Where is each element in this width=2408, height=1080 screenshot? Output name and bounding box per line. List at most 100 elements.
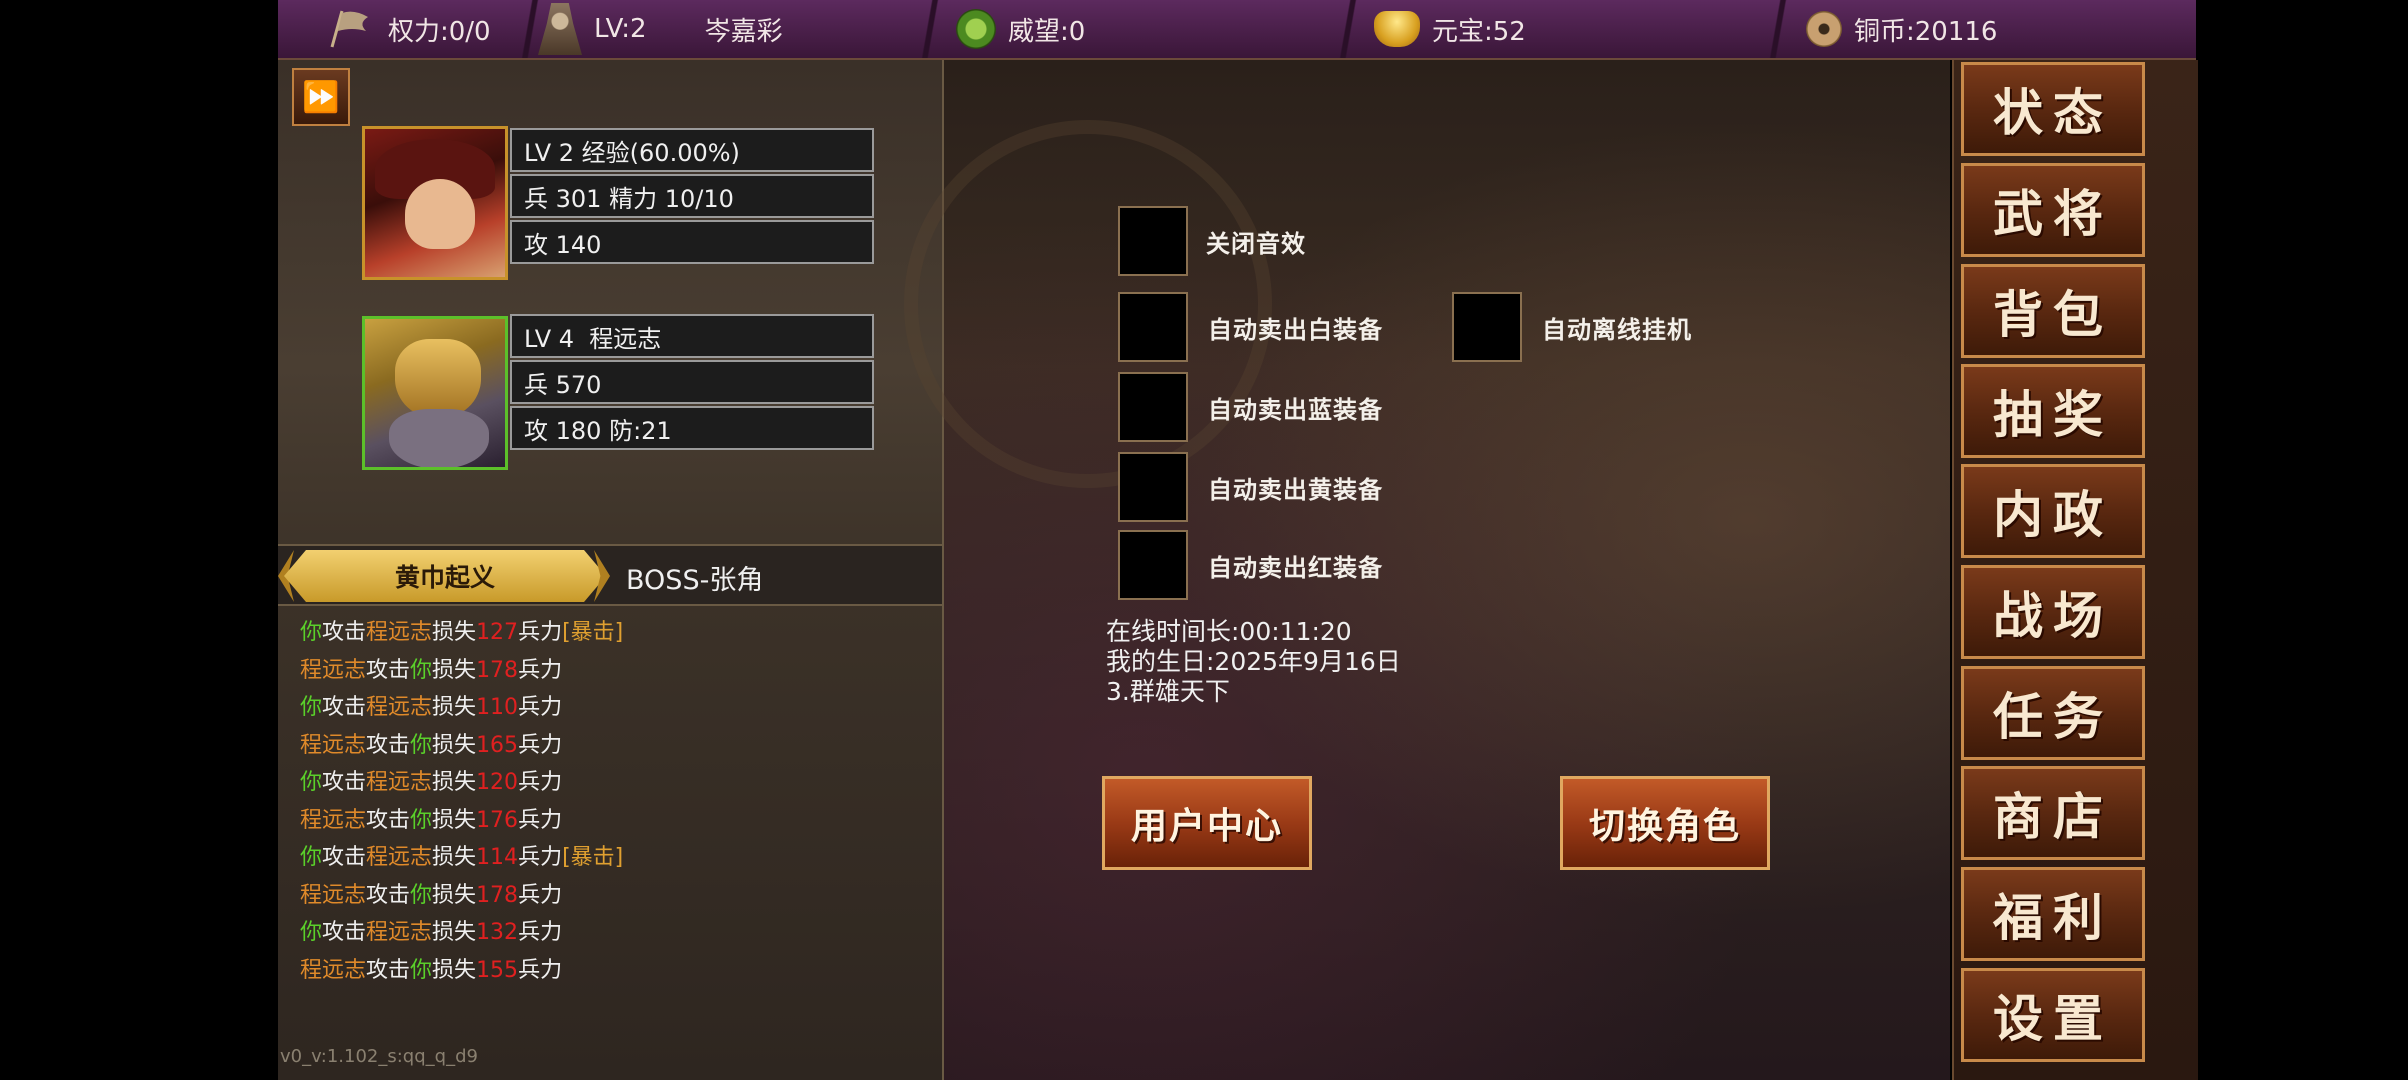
auto-offline-option[interactable]: 自动离线挂机: [1452, 292, 1692, 362]
menu-settings-button[interactable]: 设置: [1961, 968, 2145, 1062]
log-loss: 损失: [432, 657, 477, 683]
log-loss: 损失: [432, 920, 477, 945]
level-value: LV:2: [594, 14, 647, 44]
log-attacker: 程远志: [300, 657, 367, 683]
separator: [900, 0, 960, 58]
log-loss: 损失: [432, 732, 477, 758]
auto-sell-white-checkbox[interactable]: [1118, 292, 1188, 362]
log-target: 你: [410, 957, 433, 983]
log-attacker: 你: [300, 695, 323, 720]
log-verb: 攻击: [366, 957, 411, 983]
log-unit: 兵力: [518, 807, 563, 833]
menu-backpack-button[interactable]: 背包: [1961, 264, 2145, 358]
log-unit: 兵力: [518, 882, 563, 908]
menu-generals-button[interactable]: 武将: [1961, 163, 2145, 257]
switch-role-button[interactable]: 切换角色: [1560, 776, 1770, 870]
prestige-icon: [956, 9, 996, 49]
ingot-stat: 元宝:52: [1374, 0, 1526, 58]
log-unit: 兵力: [518, 657, 563, 683]
character-icon: [538, 3, 582, 55]
log-loss: 损失: [432, 845, 477, 870]
mute-sound-option[interactable]: 关闭音效: [1118, 206, 1306, 276]
level-stat[interactable]: LV:2 岑嘉彩: [538, 0, 783, 58]
battle-log-line: 你攻击程远志损失132兵力: [300, 914, 920, 952]
main-menu: 状态 武将 背包 抽奖 内政 战场 任务 商店 福利 设置: [1952, 60, 2198, 1080]
auto-offline-label: 自动离线挂机: [1542, 315, 1692, 344]
battle-log-line: 你攻击程远志损失120兵力: [300, 764, 920, 802]
log-target: 程远志: [366, 920, 433, 945]
gold-ingot-icon: [1374, 11, 1420, 47]
log-unit: 兵力: [518, 695, 563, 720]
menu-welfare-button[interactable]: 福利: [1961, 867, 2145, 961]
auto-sell-white-option[interactable]: 自动卖出白装备: [1118, 292, 1383, 362]
stage-banner[interactable]: 黄巾起义: [284, 550, 606, 602]
top-status-bar: 权力:0/0 LV:2 岑嘉彩 威望:0 元宝:52 铜币:20116: [278, 0, 2196, 60]
auto-sell-yellow-checkbox[interactable]: [1118, 452, 1188, 522]
power-stat: 权力:0/0: [328, 0, 491, 58]
log-target: 程远志: [366, 695, 433, 720]
log-crit: [暴击]: [562, 845, 624, 870]
log-attacker: 程远志: [300, 882, 367, 908]
fast-forward-icon: ⏩: [302, 79, 340, 115]
menu-status-button[interactable]: 状态: [1961, 62, 2145, 156]
battle-log-line: 你攻击程远志损失127兵力[暴击]: [300, 614, 920, 652]
log-loss: 损失: [432, 770, 477, 795]
log-num: 132: [476, 920, 519, 945]
menu-battlefield-button[interactable]: 战场: [1961, 565, 2145, 659]
player-stats: LV 2 经验(60.00%) 兵 301 精力 10/10 攻 140: [510, 128, 874, 266]
log-num: 120: [476, 770, 519, 795]
battle-log-line: 你攻击程远志损失110兵力: [300, 689, 920, 727]
battle-log-line: 程远志攻击你损失176兵力: [300, 802, 920, 840]
log-num: 178: [476, 657, 519, 683]
auto-sell-red-option[interactable]: 自动卖出红装备: [1118, 530, 1383, 600]
auto-sell-red-checkbox[interactable]: [1118, 530, 1188, 600]
log-loss: 损失: [432, 695, 477, 720]
log-num: 178: [476, 882, 519, 908]
battle-log-line: 程远志攻击你损失155兵力: [300, 952, 920, 990]
log-verb: 攻击: [366, 807, 411, 833]
menu-domestic-button[interactable]: 内政: [1961, 464, 2145, 558]
auto-sell-blue-checkbox[interactable]: [1118, 372, 1188, 442]
log-num: 110: [476, 695, 519, 720]
log-target: 你: [410, 882, 433, 908]
menu-shop-button[interactable]: 商店: [1961, 766, 2145, 860]
log-unit: 兵力: [518, 957, 563, 983]
log-attacker: 你: [300, 620, 323, 645]
face-shape: [405, 179, 475, 249]
power-value: 权力:0/0: [388, 16, 491, 47]
player-stat-line-1: LV 2 经验(60.00%): [510, 128, 874, 172]
enemy-stats: LV 4 程远志 兵 570 攻 180 防:21: [510, 314, 874, 452]
enemy-portrait[interactable]: [362, 316, 508, 470]
log-target: 程远志: [366, 845, 433, 870]
log-unit: 兵力: [518, 620, 563, 645]
copper-value: 铜币:20116: [1854, 16, 1998, 47]
auto-sell-blue-label: 自动卖出蓝装备: [1208, 395, 1383, 424]
menu-tasks-button[interactable]: 任务: [1961, 666, 2145, 760]
log-loss: 损失: [432, 882, 477, 908]
log-loss: 损失: [432, 957, 477, 983]
version-text: v0_v:1.102_s:qq_q_d9: [280, 1046, 478, 1067]
enemy-stat-line-3: 攻 180 防:21: [510, 406, 874, 450]
log-attacker: 你: [300, 845, 323, 870]
auto-sell-blue-option[interactable]: 自动卖出蓝装备: [1118, 372, 1383, 442]
auto-offline-checkbox[interactable]: [1452, 292, 1522, 362]
log-num: 114: [476, 845, 519, 870]
fast-forward-button[interactable]: ⏩: [292, 68, 350, 126]
mute-sound-checkbox[interactable]: [1118, 206, 1188, 276]
log-verb: 攻击: [366, 882, 411, 908]
log-verb: 攻击: [322, 620, 367, 645]
log-target: 程远志: [366, 620, 433, 645]
log-target: 你: [410, 657, 433, 683]
player-portrait[interactable]: [362, 126, 508, 280]
beard-shape: [389, 409, 489, 467]
battle-log-line: 程远志攻击你损失178兵力: [300, 652, 920, 690]
boss-label: BOSS-张角: [626, 565, 764, 596]
mute-sound-label: 关闭音效: [1206, 229, 1306, 258]
menu-lottery-button[interactable]: 抽奖: [1961, 364, 2145, 458]
auto-sell-yellow-option[interactable]: 自动卖出黄装备: [1118, 452, 1383, 522]
prestige-value: 威望:0: [1008, 16, 1086, 47]
user-center-button[interactable]: 用户中心: [1102, 776, 1312, 870]
helmet-shape: [395, 339, 481, 419]
log-num: 155: [476, 957, 519, 983]
settings-panel: 关闭音效 自动卖出白装备 自动离线挂机 自动卖出蓝装备 自动卖出黄装备 自动卖出…: [904, 60, 1950, 1080]
